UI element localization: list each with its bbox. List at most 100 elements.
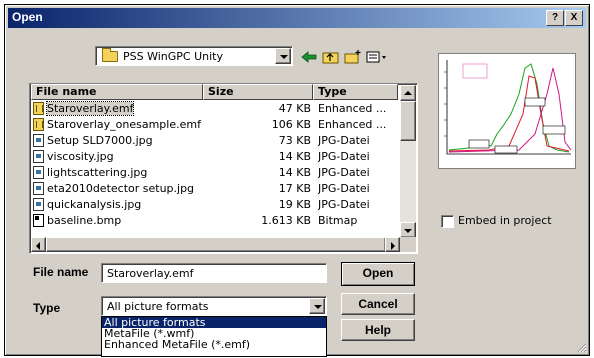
preview-pane xyxy=(438,53,576,169)
file-name-cell: baseline.bmp xyxy=(33,213,121,228)
file-name: Staroverlay_onesample.emf xyxy=(47,118,201,131)
chevron-down-icon xyxy=(280,55,288,59)
file-size: 1.613 KB xyxy=(261,214,311,227)
filename-value: Staroverlay.emf xyxy=(107,267,194,280)
help-button[interactable]: Help xyxy=(341,319,415,341)
look-in-dropdown-button[interactable] xyxy=(275,48,291,64)
new-folder-button[interactable] xyxy=(344,49,362,65)
view-menu-button[interactable] xyxy=(366,49,388,65)
type-option[interactable]: Enhanced MetaFile (*.emf) xyxy=(102,339,326,350)
file-type: Enhanced ... xyxy=(318,118,387,131)
file-type: JPG-Datei xyxy=(318,166,370,179)
jpg-file-icon xyxy=(33,134,44,147)
type-label: Type xyxy=(33,301,61,315)
file-row[interactable]: lightscattering.jpg 14 KB JPG-Datei xyxy=(31,165,399,180)
file-name: eta2010detector setup.jpg xyxy=(47,182,195,195)
filename-label: File name xyxy=(33,265,89,279)
column-header-type[interactable]: Type xyxy=(313,84,398,100)
right-arrow-icon xyxy=(391,242,395,250)
file-row[interactable]: Staroverlay.emf 47 KB Enhanced ... xyxy=(31,101,399,116)
file-list[interactable]: File name Size Type Staroverlay.emf 47 KB… xyxy=(29,83,418,254)
jpg-file-icon xyxy=(33,150,44,163)
scroll-thumb[interactable] xyxy=(400,101,416,141)
file-row[interactable]: Setup SLD7000.jpg 73 KB JPG-Datei xyxy=(31,133,399,148)
file-type: JPG-Datei xyxy=(318,198,370,211)
file-name: Setup SLD7000.jpg xyxy=(47,134,153,147)
back-button[interactable] xyxy=(300,49,318,65)
column-header-size[interactable]: Size xyxy=(203,84,313,100)
file-size: 14 KB xyxy=(278,166,311,179)
look-in-combo[interactable]: PSS WinGPC Unity xyxy=(95,46,293,66)
file-name-cell: Staroverlay_onesample.emf xyxy=(33,117,201,132)
file-row[interactable]: viscosity.jpg 14 KB JPG-Datei xyxy=(31,149,399,164)
file-size: 106 KB xyxy=(271,118,311,131)
resize-grip-icon[interactable] xyxy=(575,341,587,353)
close-button[interactable]: X xyxy=(565,10,583,26)
down-arrow-icon xyxy=(404,229,412,233)
type-dropdown-button[interactable] xyxy=(309,298,325,314)
type-dropdown-list[interactable]: All picture formats MetaFile (*.wmf) Enh… xyxy=(101,316,327,357)
open-button[interactable]: Open xyxy=(341,262,415,286)
chevron-down-icon xyxy=(314,305,322,309)
file-row[interactable]: eta2010detector setup.jpg 17 KB JPG-Datei xyxy=(31,181,399,196)
file-size: 19 KB xyxy=(278,198,311,211)
file-size: 73 KB xyxy=(278,134,311,147)
file-name: viscosity.jpg xyxy=(47,150,114,163)
scroll-down-button[interactable] xyxy=(400,222,416,238)
embed-label: Embed in project xyxy=(458,214,552,227)
file-rows: Staroverlay.emf 47 KB Enhanced ... Starover… xyxy=(31,101,399,241)
file-name-cell: eta2010detector setup.jpg xyxy=(33,181,194,196)
type-value: All picture formats xyxy=(107,300,209,313)
file-size: 47 KB xyxy=(278,102,311,115)
new-folder-icon xyxy=(344,50,361,64)
cancel-button[interactable]: Cancel xyxy=(341,293,415,315)
horizontal-scroll-thumb[interactable] xyxy=(46,237,386,252)
jpg-file-icon xyxy=(33,182,44,195)
file-type: Bitmap xyxy=(318,214,358,227)
file-name: quickanalysis.jpg xyxy=(47,198,142,211)
file-size: 14 KB xyxy=(278,150,311,163)
file-name-cell: Setup SLD7000.jpg xyxy=(33,133,153,148)
help-title-button[interactable]: ? xyxy=(546,10,564,26)
file-name: lightscattering.jpg xyxy=(47,166,148,179)
file-name: baseline.bmp xyxy=(47,214,122,227)
type-combo[interactable]: All picture formats xyxy=(101,296,327,316)
file-name-cell: lightscattering.jpg xyxy=(33,165,147,180)
scroll-right-button[interactable] xyxy=(385,237,400,252)
file-row[interactable]: Staroverlay_onesample.emf 106 KB Enhanced … xyxy=(31,117,399,132)
bmp-file-icon xyxy=(33,214,44,227)
dialog-title: Open xyxy=(12,10,43,24)
file-type: JPG-Datei xyxy=(318,182,370,195)
jpg-file-icon xyxy=(33,198,44,211)
file-type: JPG-Datei xyxy=(318,150,370,163)
emf-file-icon xyxy=(33,102,44,115)
look-in-value: PSS WinGPC Unity xyxy=(123,50,223,63)
file-row[interactable]: baseline.bmp 1.613 KB Bitmap xyxy=(31,213,399,228)
folder-icon xyxy=(102,48,118,62)
up-folder-icon xyxy=(322,52,339,64)
back-arrow-icon xyxy=(301,51,317,63)
file-size: 17 KB xyxy=(278,182,311,195)
scroll-corner xyxy=(400,237,416,252)
column-header-name[interactable]: File name xyxy=(31,84,203,100)
up-arrow-icon xyxy=(404,91,412,95)
jpg-file-icon xyxy=(33,166,44,179)
open-dialog: Open ? X PSS WinGPC Unity File name Size… xyxy=(4,4,590,357)
file-type: Enhanced ... xyxy=(318,102,387,115)
horizontal-scrollbar[interactable] xyxy=(31,237,400,252)
vertical-scrollbar[interactable] xyxy=(400,85,416,238)
filename-input[interactable]: Staroverlay.emf xyxy=(101,263,327,283)
file-name-cell: Staroverlay.emf xyxy=(33,101,135,116)
embed-checkbox[interactable] xyxy=(441,215,454,228)
scroll-up-button[interactable] xyxy=(400,85,416,101)
title-bar[interactable]: Open ? X xyxy=(8,8,586,28)
file-name-cell: viscosity.jpg xyxy=(33,149,114,164)
left-arrow-icon xyxy=(36,242,40,250)
scroll-left-button[interactable] xyxy=(31,237,46,252)
preview-thumbnail xyxy=(444,60,572,155)
up-folder-button[interactable] xyxy=(322,49,340,65)
file-name: Staroverlay.emf xyxy=(45,101,135,116)
emf-file-icon xyxy=(33,118,44,131)
file-type: JPG-Datei xyxy=(318,134,370,147)
file-row[interactable]: quickanalysis.jpg 19 KB JPG-Datei xyxy=(31,197,399,212)
